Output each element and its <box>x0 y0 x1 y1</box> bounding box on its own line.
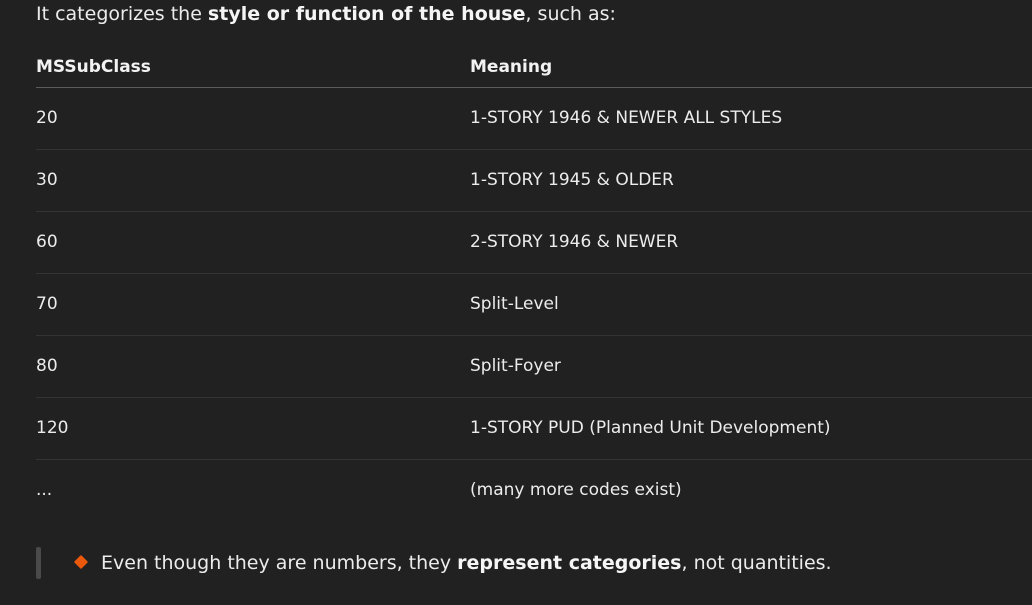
table-header: MSSubClass Meaning <box>36 48 1032 88</box>
blockquote-note: Even though they are numbers, they repre… <box>36 547 1032 579</box>
table-row: ... (many more codes exist) <box>36 460 1032 521</box>
table-row: 120 1-STORY PUD (Planned Unit Developmen… <box>36 398 1032 460</box>
header-meaning: Meaning <box>470 57 553 77</box>
cell-code: 80 <box>36 356 58 376</box>
intro-bold: style or function of the house <box>207 3 526 25</box>
blockquote-bar <box>36 547 41 579</box>
cell-meaning: (many more codes exist) <box>470 480 682 500</box>
orange-diamond-icon <box>73 554 89 570</box>
cell-code: 70 <box>36 294 58 314</box>
note-text: Even though they are numbers, they repre… <box>101 551 832 575</box>
intro-prefix: It categorizes the <box>36 3 208 25</box>
note-prefix: Even though they are numbers, they <box>101 552 458 574</box>
cell-code: ... <box>36 480 53 500</box>
note-bold: represent categories <box>457 552 682 574</box>
mssubclass-table: MSSubClass Meaning 20 1-STORY 1946 & NEW… <box>36 48 1032 521</box>
note-suffix: , not quantities. <box>681 552 832 574</box>
cell-code: 120 <box>36 418 69 438</box>
cell-code: 30 <box>36 170 58 190</box>
header-mssubclass: MSSubClass <box>36 57 151 77</box>
table-row: 20 1-STORY 1946 & NEWER ALL STYLES <box>36 88 1032 150</box>
cell-meaning: 1-STORY 1946 & NEWER ALL STYLES <box>470 108 783 128</box>
cell-meaning: 1-STORY PUD (Planned Unit Development) <box>470 418 831 438</box>
cell-meaning: Split-Level <box>470 294 559 314</box>
table-row: 80 Split-Foyer <box>36 336 1032 398</box>
cell-code: 20 <box>36 108 58 128</box>
table-row: 30 1-STORY 1945 & OLDER <box>36 150 1032 212</box>
cell-meaning: 1-STORY 1945 & OLDER <box>470 170 674 190</box>
cell-meaning: 2-STORY 1946 & NEWER <box>470 232 679 252</box>
table-row: 70 Split-Level <box>36 274 1032 336</box>
intro-suffix: , such as: <box>525 3 616 25</box>
cell-code: 60 <box>36 232 58 252</box>
cell-meaning: Split-Foyer <box>470 356 561 376</box>
table-row: 60 2-STORY 1946 & NEWER <box>36 212 1032 274</box>
intro-paragraph: It categorizes the style or function of … <box>36 2 616 26</box>
